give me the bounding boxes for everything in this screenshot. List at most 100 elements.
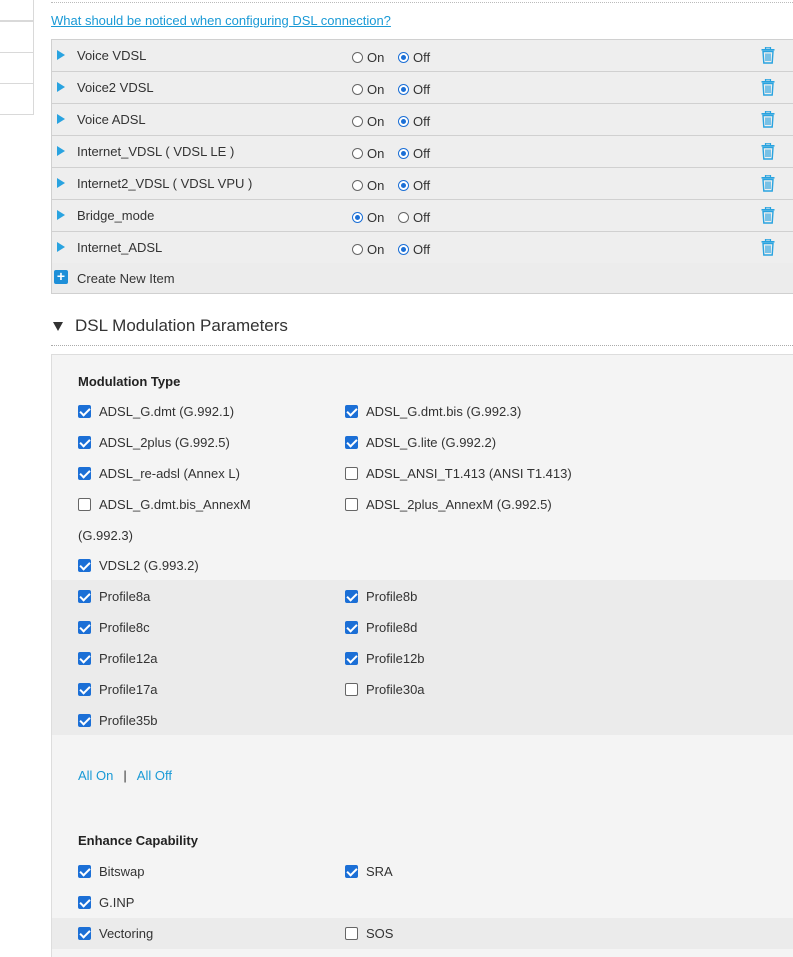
radio-on-button[interactable] — [352, 212, 363, 223]
modulation-checkbox[interactable] — [78, 559, 91, 572]
profile-label: Profile12b — [366, 651, 425, 666]
radio-on[interactable]: On — [352, 178, 384, 193]
triangle-right-icon[interactable] — [57, 210, 65, 220]
modulation-label: ADSL_ANSI_T1.413 (ANSI T1.413) — [366, 466, 572, 481]
profile-checkbox-item[interactable]: Profile30a — [345, 682, 425, 697]
triangle-right-icon[interactable] — [57, 178, 65, 188]
radio-on[interactable]: On — [352, 146, 384, 161]
profile-checkbox[interactable] — [78, 683, 91, 696]
radio-off-button[interactable] — [398, 244, 409, 255]
radio-on-button[interactable] — [352, 244, 363, 255]
modulation-checkbox[interactable] — [345, 436, 358, 449]
profile-checkbox[interactable] — [345, 590, 358, 603]
create-new-item-row[interactable]: + Create New Item — [52, 263, 793, 293]
enhance-checkbox-item[interactable]: Bitswap — [78, 864, 145, 879]
radio-on-button[interactable] — [352, 148, 363, 159]
trash-icon[interactable] — [761, 46, 775, 64]
trash-icon[interactable] — [761, 78, 775, 96]
enhance-checkbox-item[interactable]: SOS — [345, 926, 393, 941]
radio-on-button[interactable] — [352, 52, 363, 63]
modulation-checkbox-item[interactable]: ADSL_G.dmt.bis (G.992.3) — [345, 404, 521, 419]
radio-on[interactable]: On — [352, 82, 384, 97]
modulation-checkbox-item[interactable]: ADSL_2plus (G.992.5) — [78, 435, 230, 450]
trash-icon[interactable] — [761, 142, 775, 160]
triangle-right-icon[interactable] — [57, 242, 65, 252]
modulation-checkbox[interactable] — [345, 467, 358, 480]
profile-checkbox-item[interactable]: Profile17a — [78, 682, 158, 697]
radio-on[interactable]: On — [352, 114, 384, 129]
modulation-checkbox[interactable] — [78, 467, 91, 480]
all-on-link[interactable]: All On — [78, 768, 113, 783]
profile-checkbox-item[interactable]: Profile12a — [78, 651, 158, 666]
modulation-checkbox-item[interactable]: ADSL_ANSI_T1.413 (ANSI T1.413) — [345, 466, 572, 481]
profile-checkbox[interactable] — [345, 621, 358, 634]
radio-off-button[interactable] — [398, 52, 409, 63]
triangle-right-icon[interactable] — [57, 114, 65, 124]
radio-off[interactable]: Off — [398, 114, 430, 129]
radio-on-button[interactable] — [352, 116, 363, 127]
radio-off-button[interactable] — [398, 116, 409, 127]
radio-on[interactable]: On — [352, 210, 384, 225]
trash-icon[interactable] — [761, 110, 775, 128]
profile-checkbox-item[interactable]: Profile35b — [78, 713, 158, 728]
plus-icon[interactable]: + — [54, 269, 68, 284]
enhance-label: G.INP — [99, 895, 135, 910]
profile-checkbox-item[interactable]: Profile8a — [78, 589, 150, 604]
radio-on[interactable]: On — [352, 242, 384, 257]
modulation-checkbox-item[interactable]: ADSL_2plus_AnnexM (G.992.5) — [345, 497, 552, 512]
profile-checkbox-item[interactable]: Profile8c — [78, 620, 150, 635]
radio-on-button[interactable] — [352, 180, 363, 191]
dsl-modulation-section-header[interactable]: DSL Modulation Parameters — [53, 316, 288, 336]
triangle-right-icon[interactable] — [57, 50, 65, 60]
modulation-checkbox[interactable] — [78, 498, 91, 511]
profile-checkbox-item[interactable]: Profile8b — [345, 589, 417, 604]
radio-on[interactable]: On — [352, 50, 384, 65]
radio-off-button[interactable] — [398, 84, 409, 95]
modulation-checkbox-item[interactable]: ADSL_re-adsl (Annex L) — [78, 466, 240, 481]
enhance-checkbox[interactable] — [345, 865, 358, 878]
profile-checkbox-item[interactable]: Profile12b — [345, 651, 425, 666]
radio-off[interactable]: Off — [398, 50, 430, 65]
profile-checkbox-item[interactable]: Profile8d — [345, 620, 417, 635]
triangle-right-icon[interactable] — [57, 82, 65, 92]
enhance-checkbox[interactable] — [78, 896, 91, 909]
radio-on-button[interactable] — [352, 84, 363, 95]
radio-off[interactable]: Off — [398, 178, 430, 193]
enhance-checkbox[interactable] — [78, 927, 91, 940]
connection-row: Voice ADSL On Off — [52, 104, 793, 136]
triangle-down-icon[interactable] — [53, 321, 63, 331]
trash-icon[interactable] — [761, 206, 775, 224]
radio-off-button[interactable] — [398, 148, 409, 159]
radio-off[interactable]: Off — [398, 242, 430, 257]
dsl-help-link[interactable]: What should be noticed when configuring … — [51, 13, 391, 28]
trash-icon[interactable] — [761, 238, 775, 256]
modulation-checkbox[interactable] — [78, 405, 91, 418]
profile-checkbox[interactable] — [78, 621, 91, 634]
enhance-checkbox-item[interactable]: Vectoring — [78, 926, 153, 941]
profile-checkbox[interactable] — [345, 652, 358, 665]
profile-checkbox[interactable] — [345, 683, 358, 696]
radio-off[interactable]: Off — [398, 146, 430, 161]
modulation-checkbox-item[interactable]: ADSL_G.dmt (G.992.1) — [78, 404, 234, 419]
radio-off-button[interactable] — [398, 212, 409, 223]
enhance-checkbox-item[interactable]: SRA — [345, 864, 393, 879]
radio-off[interactable]: Off — [398, 82, 430, 97]
profile-checkbox[interactable] — [78, 590, 91, 603]
trash-icon[interactable] — [761, 174, 775, 192]
modulation-checkbox[interactable] — [345, 405, 358, 418]
profile-checkbox[interactable] — [78, 714, 91, 727]
enhance-checkbox-item[interactable]: G.INP — [78, 895, 134, 910]
all-off-link[interactable]: All Off — [137, 768, 172, 783]
create-new-item-label[interactable]: Create New Item — [77, 271, 175, 286]
triangle-right-icon[interactable] — [57, 146, 65, 156]
profile-checkbox[interactable] — [78, 652, 91, 665]
radio-off[interactable]: Off — [398, 210, 430, 225]
modulation-checkbox[interactable] — [345, 498, 358, 511]
modulation-checkbox-item[interactable]: VDSL2 (G.993.2) — [78, 558, 199, 573]
modulation-checkbox-item[interactable]: ADSL_G.lite (G.992.2) — [345, 435, 496, 450]
enhance-checkbox[interactable] — [78, 865, 91, 878]
modulation-checkbox-item[interactable]: ADSL_G.dmt.bis_AnnexM — [78, 497, 251, 512]
enhance-checkbox[interactable] — [345, 927, 358, 940]
radio-off-button[interactable] — [398, 180, 409, 191]
modulation-checkbox[interactable] — [78, 436, 91, 449]
